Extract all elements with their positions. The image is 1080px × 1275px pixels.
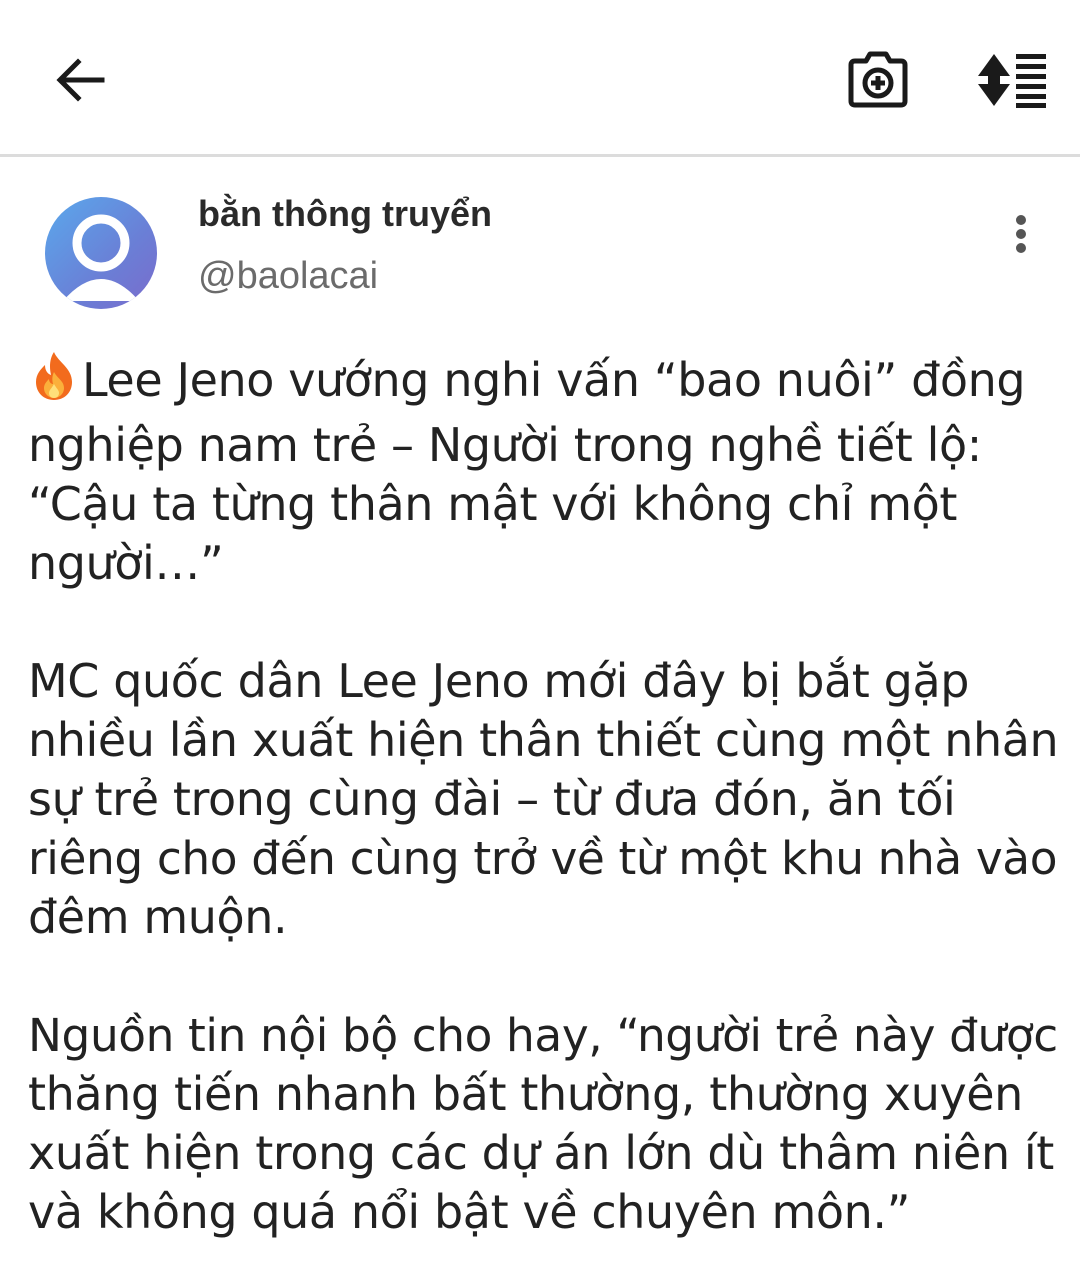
post-line: thăng tiến nhanh bất thường, thường xuyê… xyxy=(28,1067,1023,1121)
post-line: sự trẻ trong cùng đài – từ đưa đón, ăn t… xyxy=(28,772,956,826)
default-user-avatar xyxy=(63,214,139,301)
post-line: nghiệp nam trẻ – Người trong nghề tiết l… xyxy=(28,418,982,472)
post-paragraph: MC quốc dân Lee Jeno mới đây bị bắt gặp … xyxy=(28,652,1059,947)
post-line: Nguồn tin nội bộ cho hay, “người trẻ này… xyxy=(28,1009,1058,1062)
post-line: Lee Jeno vướng nghi vấn “bao nuôi” đồng xyxy=(28,350,1058,416)
post-line: và không quá nổi bật về chuyên môn.” xyxy=(28,1185,911,1239)
post-line: xuất hiện trong các dự án lớn dù thâm ni… xyxy=(28,1126,1054,1180)
more-vertical-icon xyxy=(1016,215,1026,253)
post-body: Lee Jeno vướng nghi vấn “bao nuôi” đồng … xyxy=(28,350,1059,1242)
post-line: người…” xyxy=(28,536,224,590)
back-button[interactable] xyxy=(40,40,120,120)
post-line: riêng cho đến cùng trở về từ một khu nhà… xyxy=(28,832,1058,885)
post-line: đêm muộn. xyxy=(28,890,288,944)
auto-scroll-button[interactable] xyxy=(970,40,1054,120)
post-line: “Cậu ta từng thân mật với không chỉ một xyxy=(28,477,958,531)
author-display-name[interactable]: bằn thông truyển xyxy=(198,193,492,235)
camera-add-icon xyxy=(848,51,908,108)
avatar[interactable] xyxy=(45,197,157,309)
auto-scroll-icon xyxy=(978,54,1046,108)
arrow-left-icon xyxy=(56,58,105,102)
top-app-bar xyxy=(0,0,1080,157)
post-line: nhiều lần xuất hiện thân thiết cùng một … xyxy=(28,713,1059,767)
post-line: MC quốc dân Lee Jeno mới đây bị bắt gặp xyxy=(28,654,970,708)
more-options-button[interactable] xyxy=(996,201,1046,267)
screenshot-button[interactable] xyxy=(838,40,918,120)
post-header: bằn thông truyển @baolacai xyxy=(0,175,1080,325)
author-handle[interactable]: @baolacai xyxy=(198,255,378,298)
post-paragraph: Lee Jeno vướng nghi vấn “bao nuôi” đồng … xyxy=(28,350,1058,593)
fire-icon xyxy=(28,350,80,416)
post-paragraph: Nguồn tin nội bộ cho hay, “người trẻ này… xyxy=(28,1006,1058,1242)
